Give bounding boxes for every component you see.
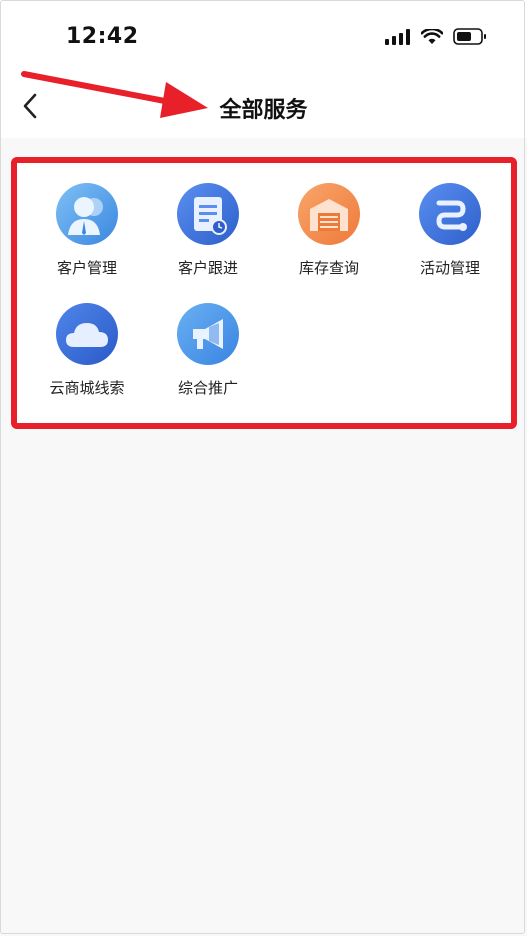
service-label: 云商城线索: [49, 379, 125, 397]
cloud-icon: [56, 303, 118, 365]
annotation-arrow-icon: [21, 71, 208, 118]
service-label: 综合推广: [177, 379, 238, 397]
service-item-inventory-query[interactable]: 库存查询: [269, 183, 389, 278]
service-item-cloud-mall-leads[interactable]: 云商城线索: [27, 303, 147, 398]
screen-frame: [0, 0, 525, 934]
warehouse-icon: [298, 183, 360, 245]
follow-up-icon: [177, 183, 239, 245]
status-bar: 12:42: [0, 0, 527, 72]
signal-icon: [385, 28, 410, 45]
battery-icon: [453, 28, 486, 45]
status-time: 12:42: [66, 24, 139, 49]
service-item-comprehensive-promotion[interactable]: 综合推广: [148, 303, 268, 398]
service-item-customer-follow-up[interactable]: 客户跟进: [148, 183, 268, 278]
status-icons: [385, 28, 487, 45]
service-label: 客户管理: [56, 259, 117, 277]
service-item-activity-management[interactable]: 活动管理: [390, 183, 510, 278]
services-panel: 客户管理 客户跟进 库存查询 活动管理 云商城线索 综合推广: [11, 157, 517, 429]
service-label: 活动管理: [419, 259, 480, 277]
megaphone-icon: [177, 303, 239, 365]
service-label: 客户跟进: [177, 259, 238, 277]
service-item-customer-management[interactable]: 客户管理: [27, 183, 147, 278]
customer-icon: [56, 183, 118, 245]
activity-icon: [419, 183, 481, 245]
wifi-icon: [421, 28, 443, 44]
service-label: 库存查询: [298, 259, 359, 277]
